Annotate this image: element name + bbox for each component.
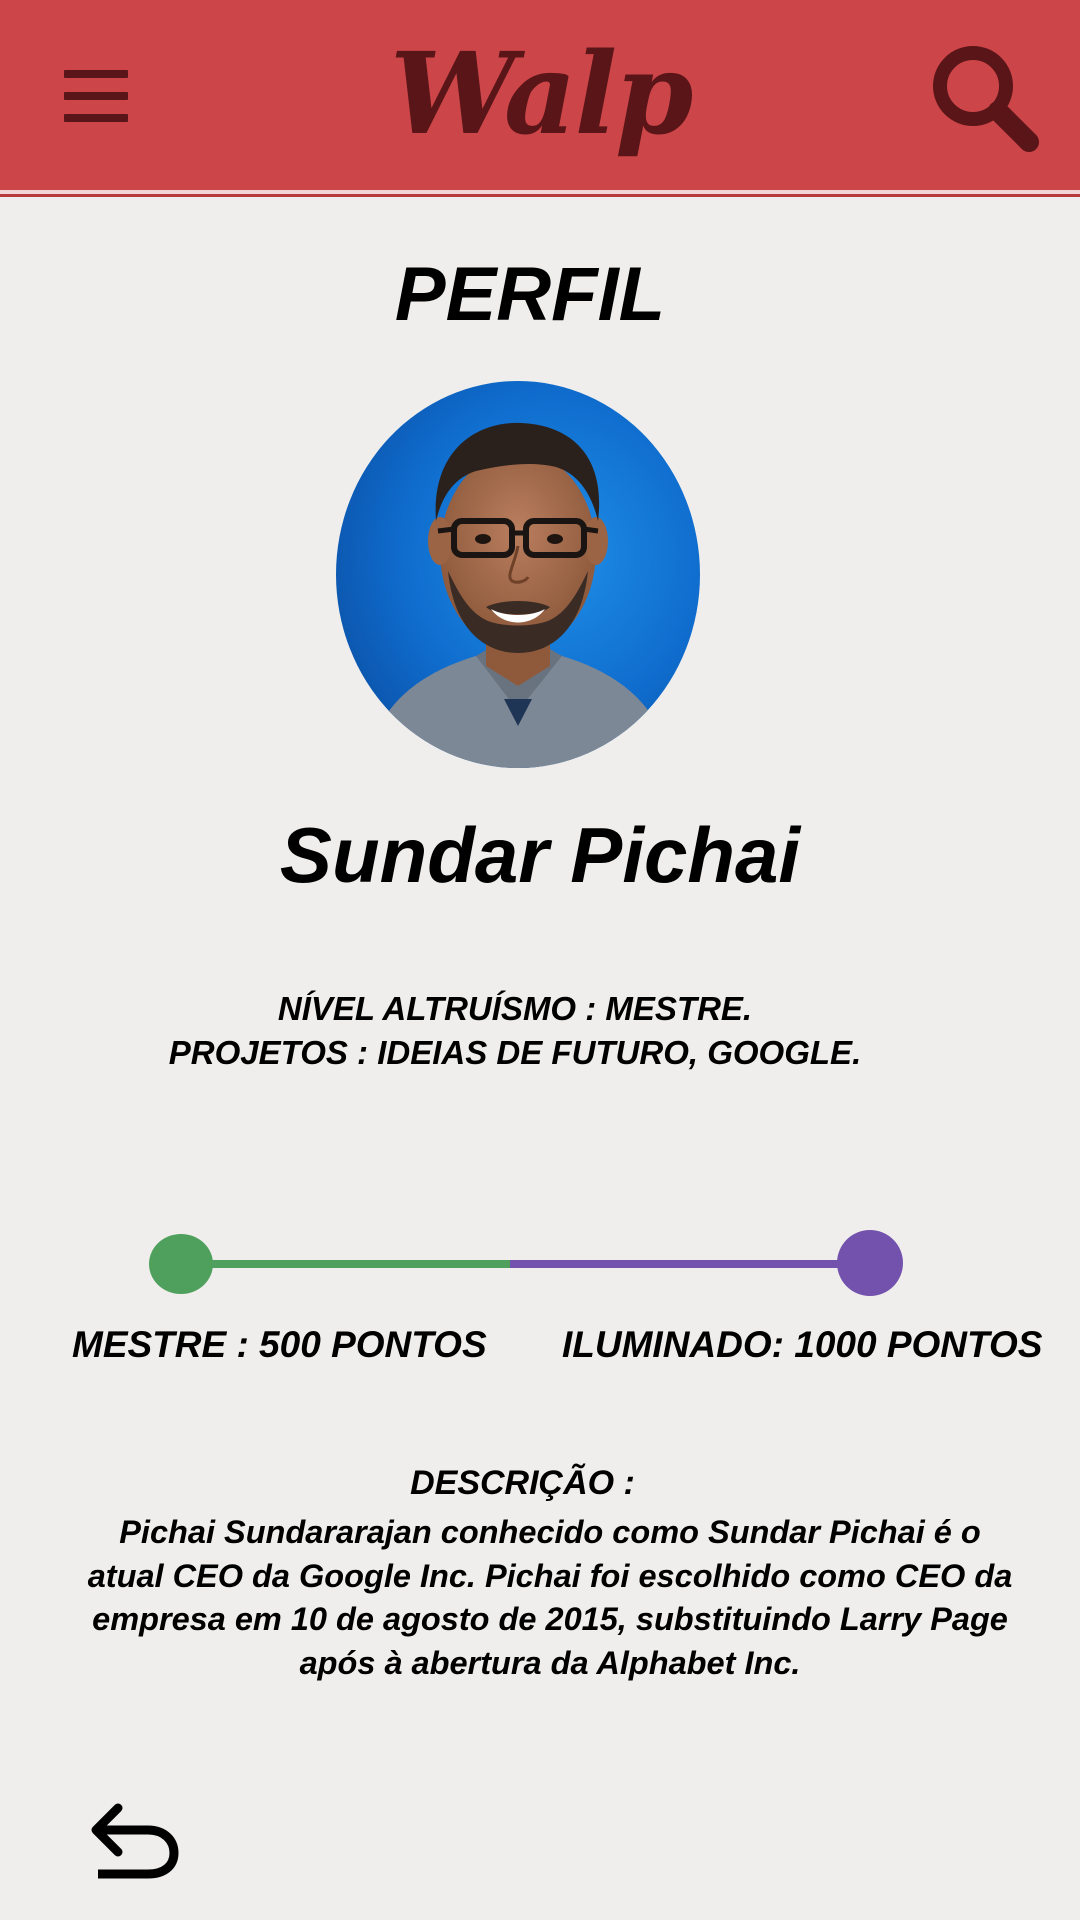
profile-name: Sundar Pichai: [279, 811, 801, 899]
next-level-label: ILUMINADO: 1000 PONTOS: [562, 1324, 1043, 1365]
altruism-level-text: NÍVEL ALTRUÍSMO : MESTRE.: [277, 990, 753, 1027]
profile-avatar: [336, 381, 700, 768]
profile-info: NÍVEL ALTRUÍSMO : MESTRE. PROJETOS : IDE…: [0, 987, 1030, 1075]
hamburger-menu-icon[interactable]: [60, 68, 132, 124]
app-logo: Walp: [390, 29, 693, 160]
current-level-label: MESTRE : 500 PONTOS: [72, 1324, 487, 1365]
description-title: DESCRIÇÃO :: [410, 1464, 635, 1502]
progress-track-completed: [180, 1260, 510, 1268]
current-level-marker: [149, 1234, 213, 1294]
search-icon[interactable]: [925, 40, 1045, 160]
app-bar: Walp: [0, 0, 1080, 194]
next-level-marker: [837, 1230, 903, 1296]
level-progress-bar: [140, 1220, 920, 1310]
back-arrow-icon[interactable]: [88, 1800, 184, 1880]
progress-track-remaining: [510, 1260, 840, 1268]
description-text: Pichai Sundararajan conhecido como Sunda…: [87, 1514, 1013, 1681]
projects-text: PROJETOS : IDEIAS DE FUTURO, GOOGLE.: [168, 1034, 862, 1071]
page-title: PERFIL: [394, 252, 666, 337]
